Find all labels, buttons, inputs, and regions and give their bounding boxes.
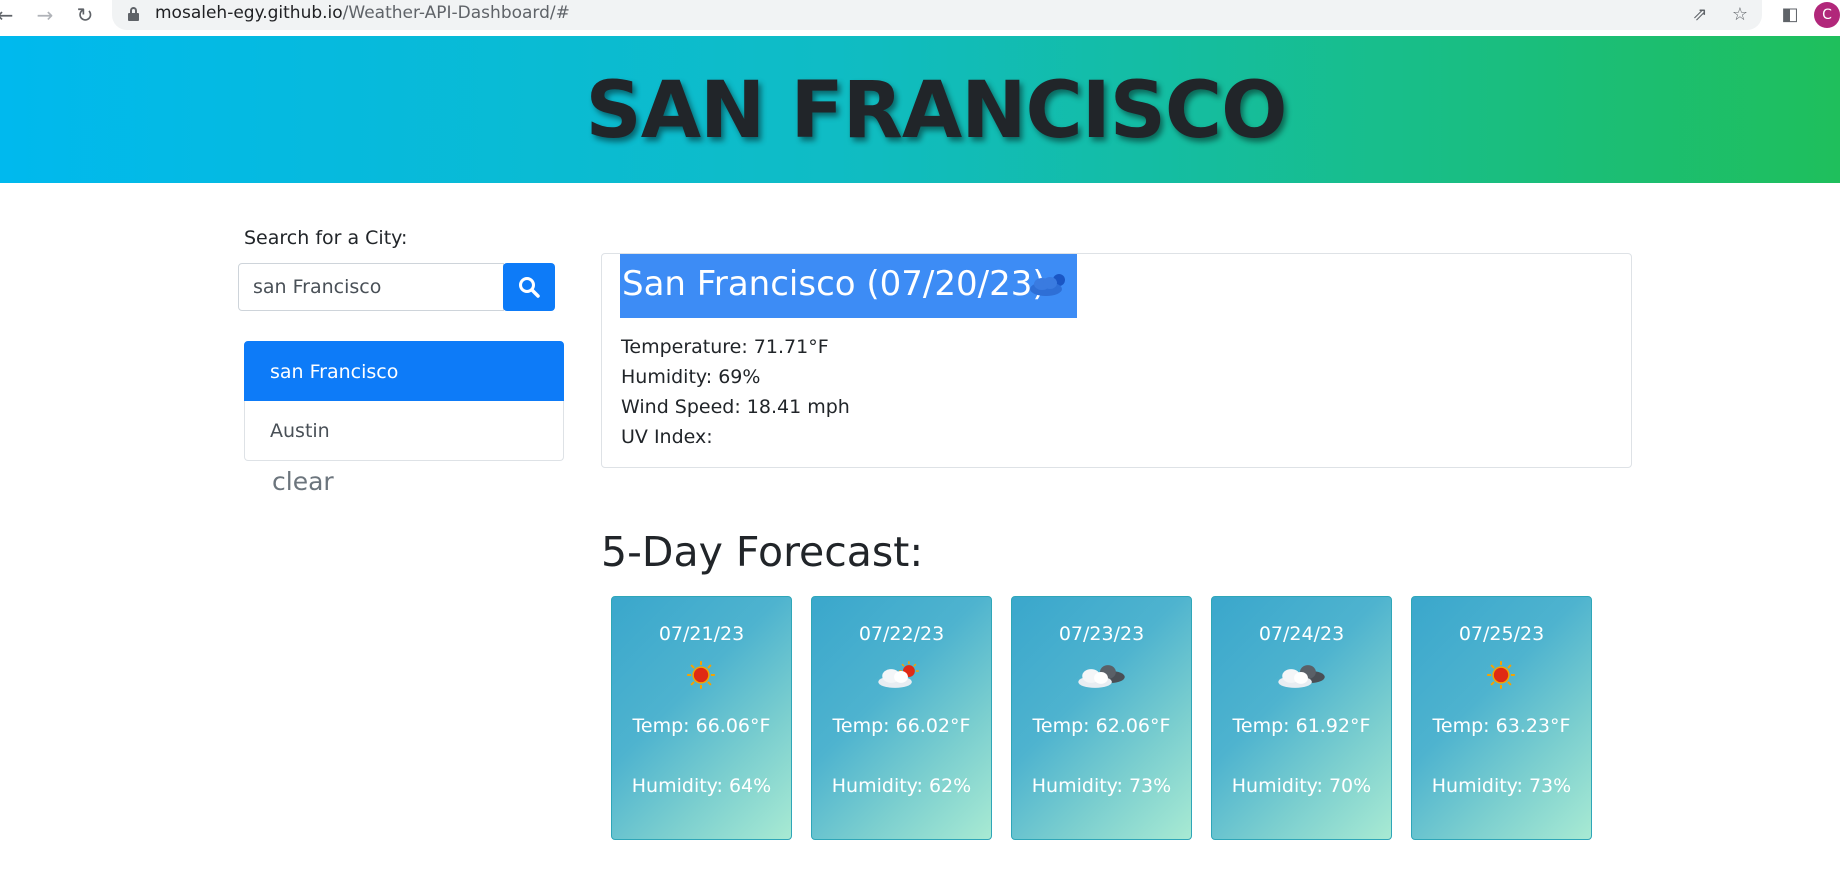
forecast-card: 07/23/23 Temp: 62.06°F Humidity: 73% [1011,596,1192,840]
forecast-temp: Temp: 63.23°F [1432,715,1571,737]
share-icon[interactable]: ⇗ [1689,4,1711,26]
forecast-humidity: Humidity: 62% [831,775,972,797]
forecast-date: 07/25/23 [1458,623,1545,645]
current-weather-details: Temperature: 71.71°F Humidity: 69% Wind … [621,332,850,452]
forecast-humidity: Humidity: 70% [1231,775,1372,797]
city-search-input[interactable] [238,263,504,311]
forecast-card: 07/25/23 Temp: 63.23°F Humidity: 73% [1411,596,1592,840]
forecast-temp: Temp: 61.92°F [1232,715,1371,737]
current-temperature: Temperature: 71.71°F [621,336,829,358]
history-item-san-francisco[interactable]: san Francisco [244,341,564,401]
few-clouds-icon [1030,274,1065,296]
forward-icon[interactable]: → [34,4,56,26]
forecast-date: 07/21/23 [658,623,745,645]
forecast-heading: 5-Day Forecast: [601,528,924,576]
forecast-temp: Temp: 62.06°F [1032,715,1171,737]
forecast-card: 07/22/23 Temp: 66.02°F Humidity: 62% [811,596,992,840]
current-humidity: Humidity: 69% [621,366,761,388]
current-weather-title-text: San Francisco (07/20/23) [622,264,1046,304]
url-text[interactable]: mosaleh-egy.github.io/Weather-API-Dashbo… [155,3,570,23]
browser-toolbar: ← → ↻ mosaleh-egy.github.io/Weather-API-… [0,0,1840,36]
sun-icon [1487,661,1515,689]
back-icon[interactable]: ← [0,4,16,26]
current-weather-card: San Francisco (07/20/23) Temperature: 71… [601,253,1632,468]
search-label: Search for a City: [244,227,408,249]
url-path: /Weather-API-Dashboard/# [342,3,570,23]
search-button[interactable] [503,263,555,311]
search-icon [519,277,540,298]
clouds-icon [1278,665,1325,688]
bookmark-star-icon[interactable]: ☆ [1729,4,1751,26]
forecast-humidity: Humidity: 73% [1031,775,1172,797]
current-wind-speed: Wind Speed: 18.41 mph [621,396,850,418]
clouds-icon [1078,665,1125,688]
forecast-temp: Temp: 66.02°F [832,715,971,737]
search-history-list: san Francisco Austin [244,341,564,461]
forecast-date: 07/24/23 [1258,623,1345,645]
sun-icon [687,661,715,689]
forecast-card: 07/24/23 Temp: 61.92°F Humidity: 70% [1211,596,1392,840]
clear-button[interactable]: clear [272,467,334,496]
forecast-card: 07/21/23 Temp: 66.06°F Humidity: 64% [611,596,792,840]
city-heading: SAN FRANCISCO [585,66,1288,156]
current-uv-index: UV Index: [621,426,713,448]
forecast-humidity: Humidity: 73% [1431,775,1572,797]
sun-behind-cloud-icon [878,661,919,688]
profile-avatar[interactable]: C [1814,2,1840,28]
header-banner: SAN FRANCISCO [0,36,1840,183]
forecast-date: 07/22/23 [858,623,945,645]
forecast-humidity: Humidity: 64% [631,775,772,797]
lock-icon[interactable] [128,7,139,21]
current-weather-title: San Francisco (07/20/23) [620,254,1077,318]
reload-icon[interactable]: ↻ [74,4,96,26]
forecast-temp: Temp: 66.06°F [632,715,771,737]
history-item-austin[interactable]: Austin [244,401,564,461]
url-host: mosaleh-egy.github.io [155,3,343,23]
side-panel-icon[interactable]: ◧ [1779,4,1801,26]
forecast-date: 07/23/23 [1058,623,1145,645]
